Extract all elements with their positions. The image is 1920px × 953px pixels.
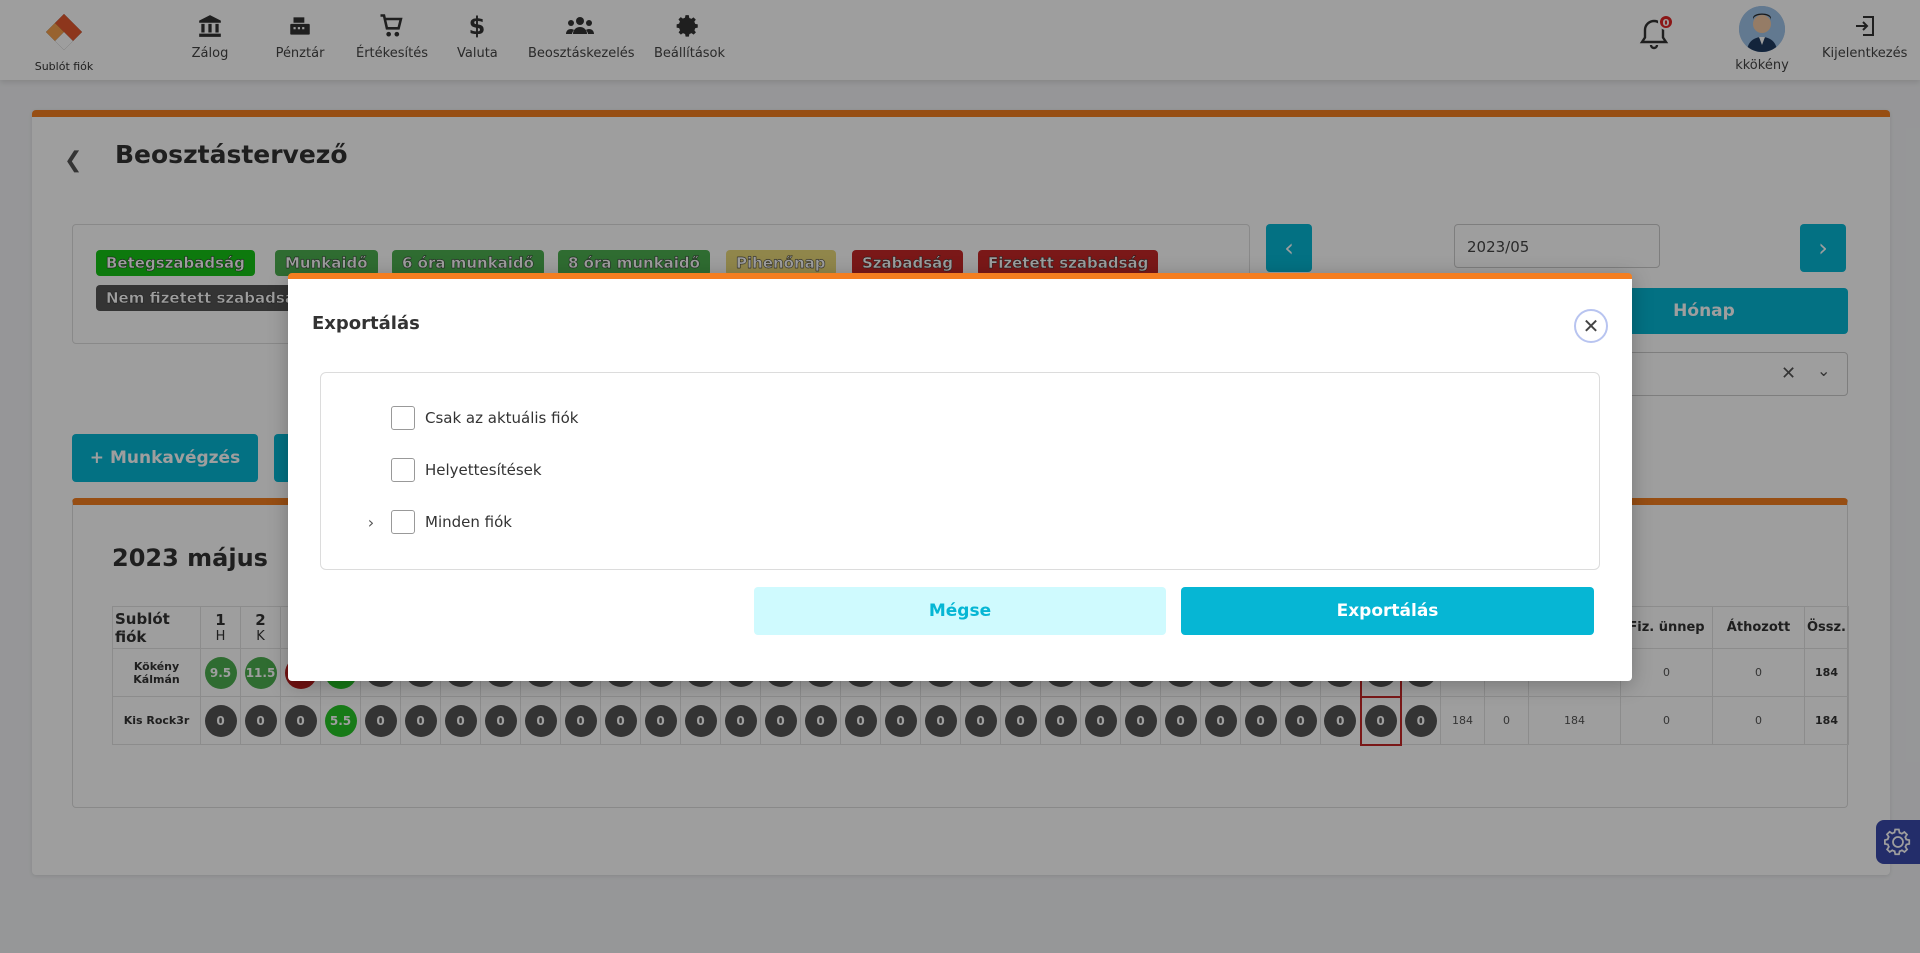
close-button[interactable]: ✕ (1574, 309, 1608, 343)
option-current-branch[interactable]: Csak az aktuális fiók (321, 403, 578, 433)
option-current-branch-label: Csak az aktuális fiók (425, 409, 579, 427)
checkbox-substitutions[interactable] (391, 458, 415, 482)
checkbox-all-branches[interactable] (391, 510, 415, 534)
export-modal: Exportálás ✕ Csak az aktuális fiók Helye… (288, 273, 1632, 681)
export-button[interactable]: Exportálás (1181, 587, 1594, 635)
option-substitutions[interactable]: Helyettesítések (321, 455, 542, 485)
export-options-tree: Csak az aktuális fiók Helyettesítések › … (320, 372, 1600, 570)
checkbox-current-branch[interactable] (391, 406, 415, 430)
option-all-branches[interactable]: › Minden fiók (321, 507, 512, 537)
cancel-button[interactable]: Mégse (754, 587, 1166, 635)
chevron-right-icon[interactable]: › (359, 513, 383, 532)
close-icon: ✕ (1582, 314, 1600, 338)
modal-title: Exportálás (312, 313, 420, 334)
option-all-branches-label: Minden fiók (425, 513, 512, 531)
option-substitutions-label: Helyettesítések (425, 461, 542, 479)
